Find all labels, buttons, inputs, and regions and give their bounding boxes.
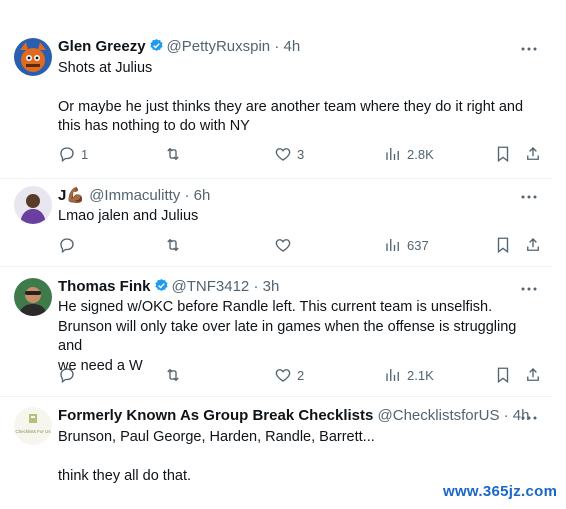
action-bar: 637 <box>58 235 544 255</box>
bookmark-icon <box>497 367 509 384</box>
bookmark-icon <box>497 146 509 163</box>
bookmark-button[interactable] <box>494 144 512 164</box>
share-icon <box>527 238 539 251</box>
tweet-line: He signed w/OKC before Randle left. This… <box>58 299 493 315</box>
tweet-line: Lmao jalen and Julius <box>58 208 199 224</box>
bookmark-button[interactable] <box>494 365 512 385</box>
more-options-icon[interactable] <box>520 409 538 427</box>
tweet-line: this has nothing to do with NY <box>58 118 250 134</box>
like-count: 3 <box>297 146 305 162</box>
tweet[interactable]: Glen Greezy @PettyRuxspin · 4h Shots at J… <box>0 28 552 179</box>
tweet-header: Formerly Known As Group Break Checklists… <box>58 407 529 424</box>
more-options-icon[interactable] <box>520 188 538 206</box>
avatar[interactable] <box>14 186 52 224</box>
retweet-button[interactable] <box>164 144 182 164</box>
retweet-button[interactable] <box>164 235 182 255</box>
timestamp[interactable]: 3h <box>263 278 280 295</box>
verified-badge-icon <box>149 38 163 51</box>
display-name[interactable]: Formerly Known As Group Break Checklists <box>58 407 373 424</box>
bookmark-button[interactable] <box>494 235 512 255</box>
reply-icon <box>60 147 74 163</box>
tweet-header: J💪🏾 @Immaculitty · 6h <box>58 186 210 204</box>
share-button[interactable] <box>524 144 542 164</box>
timestamp[interactable]: 4h <box>284 38 301 55</box>
retweet-icon <box>167 147 179 161</box>
views-button[interactable]: 637 <box>384 235 429 255</box>
views-button[interactable]: 2.1K <box>384 365 434 385</box>
tweet-line: Shots at Julius <box>58 60 153 76</box>
tweet-text: Brunson, Paul George, Harden, Randle, Ba… <box>58 428 544 486</box>
reply-icon <box>60 368 74 384</box>
tweet-text: Shots at Julius Or maybe he just thinks … <box>58 59 544 137</box>
tweet-header: Glen Greezy @PettyRuxspin · 4h <box>58 38 300 55</box>
separator-dot: · <box>503 407 509 424</box>
avatar[interactable] <box>14 278 52 316</box>
avatar-logo-text: Checklists For Us <box>15 429 51 434</box>
reply-button[interactable]: 1 <box>58 144 88 164</box>
reply-button[interactable] <box>58 365 76 385</box>
heart-icon <box>275 148 291 161</box>
separator-dot: · <box>184 187 190 204</box>
avatar[interactable]: Checklists For Us <box>14 407 52 445</box>
tweet-line: Brunson, Paul George, Harden, Randle, Ba… <box>58 429 375 445</box>
view-count: 2.8K <box>407 146 434 162</box>
tweet[interactable]: Thomas Fink @TNF3412 · 3h He signed w/OKC… <box>0 266 552 397</box>
retweet-icon <box>167 238 179 252</box>
share-icon <box>527 147 539 160</box>
tweet-line: Or maybe he just thinks they are another… <box>58 98 524 115</box>
verified-badge-icon <box>154 278 168 291</box>
reply-feed: Glen Greezy @PettyRuxspin · 4h Shots at J… <box>0 0 552 509</box>
retweet-button[interactable] <box>164 365 182 385</box>
bookmark-icon <box>497 237 509 254</box>
like-button[interactable]: 3 <box>274 144 304 164</box>
share-icon <box>527 368 539 381</box>
separator-dot: · <box>253 278 259 295</box>
tweet-line: Brunson will only take over late in game… <box>58 318 517 355</box>
retweet-icon <box>167 368 179 382</box>
action-bar: 1 3 2.8K <box>58 144 544 164</box>
like-count: 2 <box>297 367 305 383</box>
heart-icon <box>275 239 291 252</box>
like-button[interactable]: 2 <box>274 365 304 385</box>
watermark: www.365jz.com <box>443 483 558 500</box>
avatar[interactable] <box>14 38 52 76</box>
share-button[interactable] <box>524 235 542 255</box>
reply-button[interactable] <box>58 235 76 255</box>
reply-icon <box>60 238 74 254</box>
display-name[interactable]: Glen Greezy <box>58 38 146 55</box>
heart-icon <box>275 369 291 382</box>
view-count: 637 <box>407 237 429 253</box>
views-chart-icon <box>386 369 399 381</box>
separator-dot: · <box>274 38 280 55</box>
handle[interactable]: @PettyRuxspin <box>167 38 271 55</box>
handle[interactable]: @ChecklistsforUS <box>378 407 500 424</box>
tweet-text: Lmao jalen and Julius <box>58 207 544 227</box>
display-name[interactable]: J💪🏾 <box>58 187 85 204</box>
views-chart-icon <box>386 148 399 160</box>
action-bar: 2 2.1K <box>58 365 544 385</box>
handle[interactable]: @Immaculitty <box>89 187 180 204</box>
display-name[interactable]: Thomas Fink <box>58 278 151 295</box>
view-count: 2.1K <box>407 367 434 383</box>
share-button[interactable] <box>524 365 542 385</box>
more-options-icon[interactable] <box>520 40 538 58</box>
tweet-header: Thomas Fink @TNF3412 · 3h <box>58 278 279 295</box>
like-button[interactable] <box>274 235 292 255</box>
views-button[interactable]: 2.8K <box>384 144 434 164</box>
tweet[interactable]: J💪🏾 @Immaculitty · 6h Lmao jalen and Jul… <box>0 178 552 267</box>
views-chart-icon <box>386 239 399 251</box>
timestamp[interactable]: 6h <box>194 187 211 204</box>
handle[interactable]: @TNF3412 <box>172 278 250 295</box>
more-options-icon[interactable] <box>520 280 538 298</box>
reply-count: 1 <box>81 146 89 162</box>
